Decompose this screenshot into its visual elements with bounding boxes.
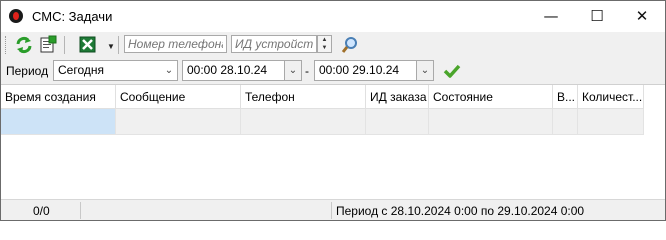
grid-cell[interactable]: [116, 109, 241, 135]
app-window: СМС: Задачи — ☐ ✕ ▼ Номер телефона ИД ус…: [0, 0, 666, 221]
excel-dropdown-arrow-icon[interactable]: ▼: [107, 42, 115, 51]
date-to-value: 00:00 29.10.24: [319, 63, 400, 77]
column-header-state[interactable]: Состояние: [429, 85, 553, 109]
column-header-message[interactable]: Сообщение: [116, 85, 241, 109]
device-id-stepper[interactable]: ▲ ▼: [317, 35, 332, 53]
column-header-order-id[interactable]: ИД заказа: [366, 85, 429, 109]
grid-cell[interactable]: [366, 109, 429, 135]
column-header-created-time[interactable]: Время создания: [1, 85, 116, 109]
window-title: СМС: Задачи: [32, 9, 113, 24]
excel-export-icon: [79, 36, 96, 53]
tasks-grid[interactable]: Время создания Сообщение Телефон ИД зака…: [1, 85, 665, 199]
toolbar: ▼ ▲ ▼: [1, 32, 665, 59]
grid-cell[interactable]: [241, 109, 366, 135]
chevron-down-icon[interactable]: ⌄: [416, 61, 433, 80]
status-period-text: Период с 28.10.2024 0:00 по 29.10.2024 0…: [336, 204, 585, 218]
filter-bar: Период Сегодня ⌄ 00:00 28.10.24 ⌄ - 00:0…: [1, 58, 665, 85]
app-logo-icon: [9, 9, 23, 23]
device-id-input[interactable]: [231, 35, 317, 53]
refresh-icon: [16, 36, 32, 54]
toolbar-separator: [118, 36, 119, 54]
close-button[interactable]: ✕: [619, 1, 665, 32]
status-separator: [80, 202, 81, 219]
record-count: 0/0: [33, 204, 50, 218]
toolbar-separator: [64, 36, 65, 54]
date-to-picker[interactable]: 00:00 29.10.24 ⌄: [314, 60, 434, 81]
period-select[interactable]: Сегодня ⌄: [53, 60, 178, 81]
period-select-value: Сегодня: [58, 63, 104, 77]
date-from-picker[interactable]: 00:00 28.10.24 ⌄: [182, 60, 302, 81]
grid-cell-selected[interactable]: [1, 109, 116, 135]
apply-filter-button[interactable]: [443, 62, 461, 80]
properties-button[interactable]: [38, 35, 58, 55]
minimize-button[interactable]: —: [528, 1, 574, 32]
excel-export-button[interactable]: [78, 35, 98, 55]
date-from-value: 00:00 28.10.24: [187, 63, 268, 77]
phone-number-input[interactable]: [124, 35, 227, 53]
chevron-down-icon[interactable]: ⌄: [161, 61, 177, 80]
range-dash: -: [305, 64, 309, 78]
column-header-quantity[interactable]: Количест...: [578, 85, 644, 109]
chevron-down-icon[interactable]: ⌄: [284, 61, 301, 80]
period-label: Период: [6, 64, 49, 78]
title-bar[interactable]: СМС: Задачи — ☐ ✕: [1, 1, 665, 32]
status-separator: [331, 202, 332, 219]
grid-cell[interactable]: [553, 109, 578, 135]
search-button[interactable]: [340, 35, 360, 55]
refresh-button[interactable]: [14, 35, 34, 55]
column-header-phone[interactable]: Телефон: [241, 85, 366, 109]
stepper-down-icon[interactable]: ▼: [318, 44, 331, 52]
toolbar-grip[interactable]: [5, 36, 8, 54]
grid-cell[interactable]: [429, 109, 553, 135]
magnifier-icon: [341, 37, 357, 53]
column-header-v[interactable]: В...: [553, 85, 578, 109]
checkmark-icon: [443, 64, 461, 78]
status-bar: 0/0 Период с 28.10.2024 0:00 по 29.10.20…: [1, 199, 665, 220]
properties-icon: [40, 35, 57, 53]
grid-cell[interactable]: [578, 109, 644, 135]
maximize-button[interactable]: ☐: [574, 1, 620, 32]
stepper-up-icon[interactable]: ▲: [318, 36, 331, 44]
